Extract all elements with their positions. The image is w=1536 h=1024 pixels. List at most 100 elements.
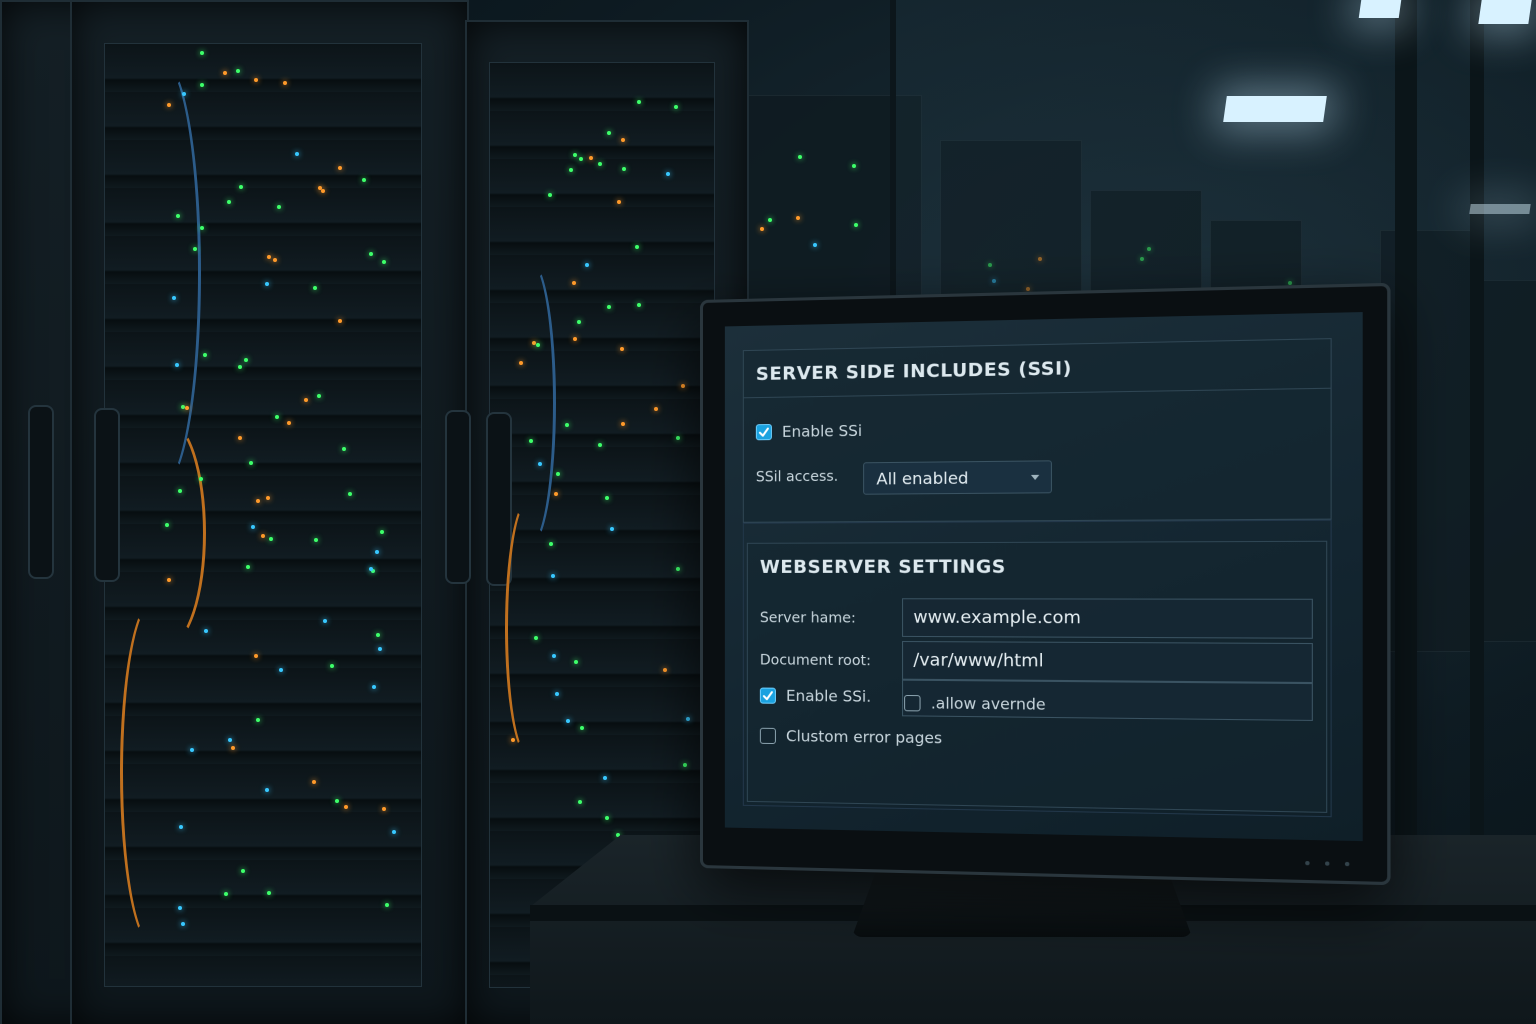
ssi-panel-title: SERVER SIDE INCLUDES (SSI) [743,339,1331,399]
webserver-panel-title: WEBSERVER SETTINGS [759,555,1006,578]
ceiling-light [1478,0,1532,24]
monitor: SERVER SIDE INCLUDES (SSI) Enable SSi SS… [700,282,1391,886]
status-led [204,628,209,633]
allow-override-row[interactable]: .allow avernde [904,694,1046,714]
monitor-button[interactable] [1344,861,1350,867]
status-led [768,217,772,222]
status-led [228,737,233,742]
monitor-screen: SERVER SIDE INCLUDES (SSI) Enable SSi SS… [724,312,1363,842]
glass-frame [1470,0,1484,880]
document-root-label: Document root: [759,652,872,670]
glass-frame [1395,0,1417,880]
status-led [329,663,334,668]
status-led [533,635,538,640]
status-led [606,304,611,309]
status-led [760,226,764,231]
status-led [555,691,560,696]
status-led [266,254,271,259]
status-led [597,443,602,448]
status-led [371,685,376,690]
status-led [199,476,204,481]
status-led [235,68,240,73]
ssi-access-selected-value: All enabled [876,467,969,489]
status-led [564,423,569,427]
status-led [621,166,626,171]
status-led [272,257,277,262]
status-led [313,537,318,542]
status-led [572,280,576,285]
status-led [241,868,246,873]
rack-door-handle [94,408,120,582]
document-root-input[interactable]: /var/www/html [902,640,1313,684]
checkmark-icon [762,690,774,702]
status-led [538,461,543,466]
status-led [604,495,609,500]
status-led [551,653,556,658]
server-name-label: Server hame: [759,610,856,627]
webserver-enable-ssi-row[interactable]: Enable SSi. [759,687,871,706]
allow-override-label: .allow avernde [930,694,1046,714]
status-led [347,491,352,496]
network-cable [505,260,556,546]
status-led [303,397,308,402]
status-led [510,738,515,743]
status-led [1037,257,1042,262]
status-led [548,541,553,546]
status-led [675,566,680,571]
ssi-enable-label: Enable SSi [781,421,863,441]
status-led [607,130,612,135]
status-led [231,745,236,750]
status-led [248,460,253,465]
status-led [334,798,339,803]
custom-error-pages-checkbox[interactable] [759,727,776,745]
checkmark-icon [758,426,770,438]
status-led [224,891,228,896]
status-led [180,404,185,409]
status-led [602,775,607,780]
status-led [610,526,615,531]
rack-door-handle [445,410,471,584]
custom-error-pages-row[interactable]: Clustom error pages [759,727,943,748]
server-name-input[interactable]: www.example.com [902,598,1313,639]
ssi-panel: SERVER SIDE INCLUDES (SSI) Enable SSi SS… [742,338,1332,523]
webserver-panel: WEBSERVER SETTINGS Server hame: www.exam… [746,540,1328,813]
custom-error-pages-label: Clustom error pages [786,727,943,748]
ceiling-light [1358,0,1402,18]
status-led [294,151,299,156]
status-led [181,91,186,96]
status-led [237,435,242,440]
status-led [528,439,533,444]
monitor-buttons [1305,860,1350,867]
ssi-enable-row[interactable]: Enable SSi [755,421,863,442]
monitor-button[interactable] [1305,860,1310,866]
status-led [266,891,271,896]
ssi-access-label: SSil access. [755,468,839,486]
status-led [237,364,242,369]
status-led [178,825,183,830]
status-led [1025,286,1030,291]
chevron-down-icon [1030,474,1040,481]
ssi-enable-checkbox[interactable] [755,423,772,441]
server-room-scene: SERVER SIDE INCLUDES (SSI) Enable SSi SS… [0,0,1536,1024]
network-cable [120,600,186,946]
status-led [1140,256,1145,261]
ssi-access-select[interactable]: All enabled [863,460,1052,495]
status-led [202,352,207,357]
document-root-value: /var/www/html [913,650,1044,672]
status-led [796,215,801,220]
status-led [250,525,255,530]
monitor-button[interactable] [1325,861,1330,866]
server-name-value: www.example.com [913,607,1081,629]
status-led [620,422,625,427]
network-cable [125,60,201,486]
allow-override-checkbox[interactable] [904,694,921,712]
status-led [374,550,379,555]
status-led [166,103,171,108]
rack-door-handle [28,405,54,579]
status-led [368,252,373,257]
status-led [619,346,624,351]
status-led [165,522,170,527]
webserver-enable-ssi-checkbox[interactable] [759,687,776,704]
status-led [192,247,197,251]
status-led [260,534,265,539]
